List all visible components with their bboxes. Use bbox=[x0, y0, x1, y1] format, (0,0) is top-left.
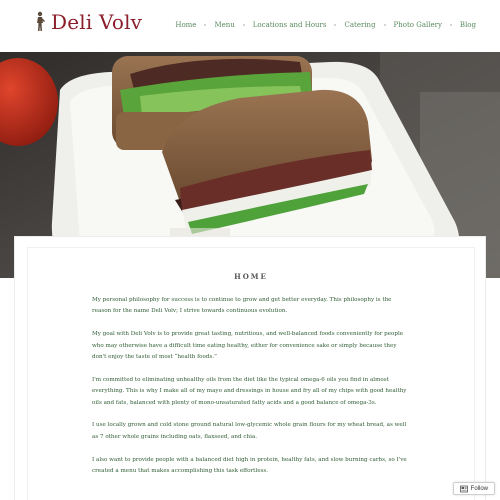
follow-label: Follow bbox=[470, 485, 488, 492]
site-header: Deli Volv Home Menu Locations and Hours … bbox=[0, 0, 500, 52]
nav-item-photo-gallery[interactable]: Photo Gallery bbox=[394, 21, 442, 29]
follow-icon bbox=[459, 485, 468, 492]
figure-icon bbox=[37, 11, 45, 31]
nav-item-home[interactable]: Home bbox=[175, 21, 196, 29]
logo-text: Deli Volv bbox=[51, 10, 143, 34]
nav-separator bbox=[449, 24, 452, 26]
paragraph: My personal philosophy for success is to… bbox=[92, 297, 392, 315]
nav-item-catering[interactable]: Catering bbox=[344, 21, 375, 29]
page-content: My personal philosophy for success is to… bbox=[92, 295, 412, 489]
main-nav: Home Menu Locations and Hours Catering P… bbox=[175, 21, 476, 29]
content-card: HOME My personal philosophy for success … bbox=[14, 236, 486, 500]
nav-separator bbox=[204, 24, 207, 26]
nav-item-blog[interactable]: Blog bbox=[460, 21, 476, 29]
nav-separator bbox=[383, 24, 386, 26]
paragraph: My goal with Deli Volv is to provide gre… bbox=[92, 331, 404, 361]
paragraph: I also want to provide people with a bal… bbox=[92, 456, 407, 475]
nav-item-locations[interactable]: Locations and Hours bbox=[253, 21, 327, 29]
nav-separator bbox=[242, 24, 245, 26]
follow-button[interactable]: Follow bbox=[452, 482, 495, 495]
nav-separator bbox=[334, 24, 337, 26]
page-title: HOME bbox=[234, 272, 268, 281]
paragraph: I'm committed to eliminating unhealthy o… bbox=[92, 376, 407, 406]
site-logo[interactable]: Deli Volv bbox=[33, 10, 142, 34]
nav-item-menu[interactable]: Menu bbox=[214, 21, 234, 29]
paragraph: I use locally grown and cold stone groun… bbox=[92, 422, 407, 440]
